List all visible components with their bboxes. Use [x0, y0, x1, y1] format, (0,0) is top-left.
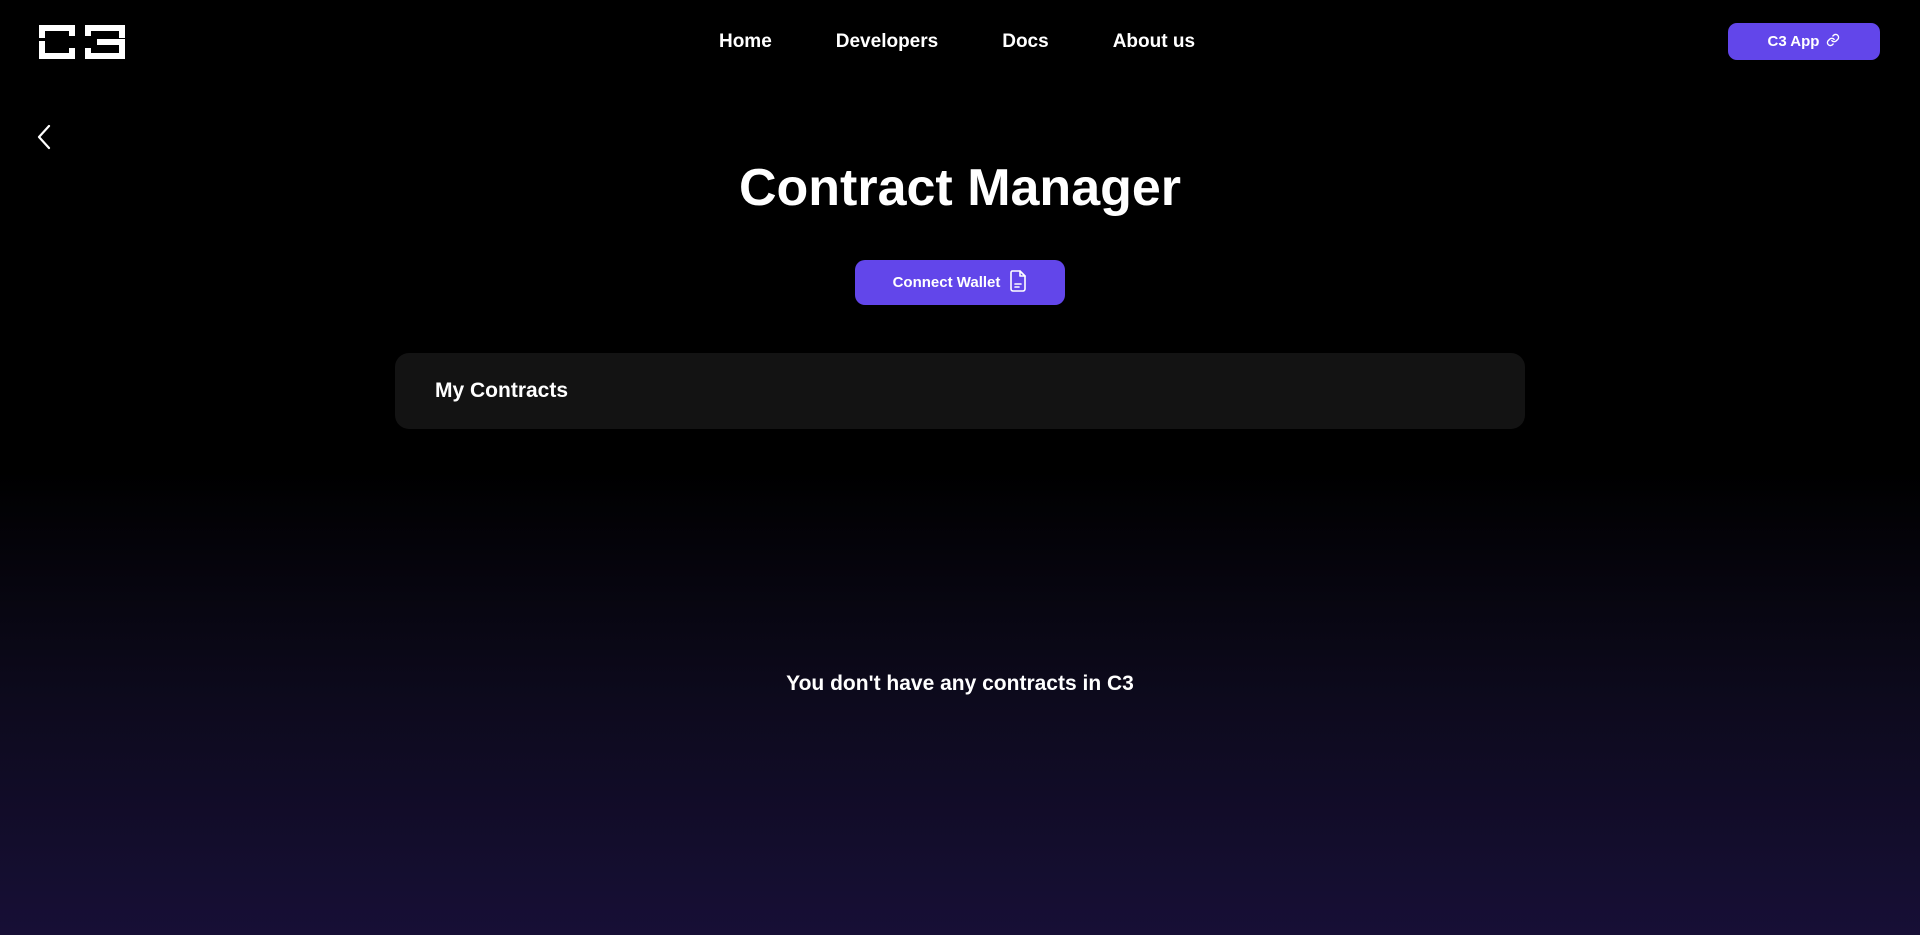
document-icon	[1009, 269, 1027, 296]
page-title: Contract Manager	[738, 159, 1182, 217]
navbar: Home Developers Docs About us C3 App	[0, 0, 1920, 84]
c3-logo-icon[interactable]	[39, 25, 125, 59]
nav-home-link[interactable]: Home	[719, 31, 772, 53]
empty-state-message: You don't have any contracts in C3	[786, 672, 1134, 695]
c3-app-button[interactable]: C3 App	[1728, 23, 1880, 60]
back-button[interactable]	[32, 124, 56, 154]
link-icon	[1826, 33, 1840, 51]
main-nav: Home Developers Docs About us	[0, 0, 1920, 84]
connect-wallet-button[interactable]: Connect Wallet	[855, 260, 1065, 305]
c3-app-button-label: C3 App	[1767, 33, 1820, 50]
nav-docs-link[interactable]: Docs	[1002, 31, 1048, 53]
my-contracts-title: My Contracts	[435, 379, 569, 402]
nav-about-link[interactable]: About us	[1113, 31, 1195, 53]
nav-developers-link[interactable]: Developers	[836, 31, 938, 53]
connect-wallet-label: Connect Wallet	[892, 274, 1001, 291]
chevron-left-icon	[36, 124, 52, 155]
my-contracts-panel: My Contracts	[395, 353, 1525, 429]
